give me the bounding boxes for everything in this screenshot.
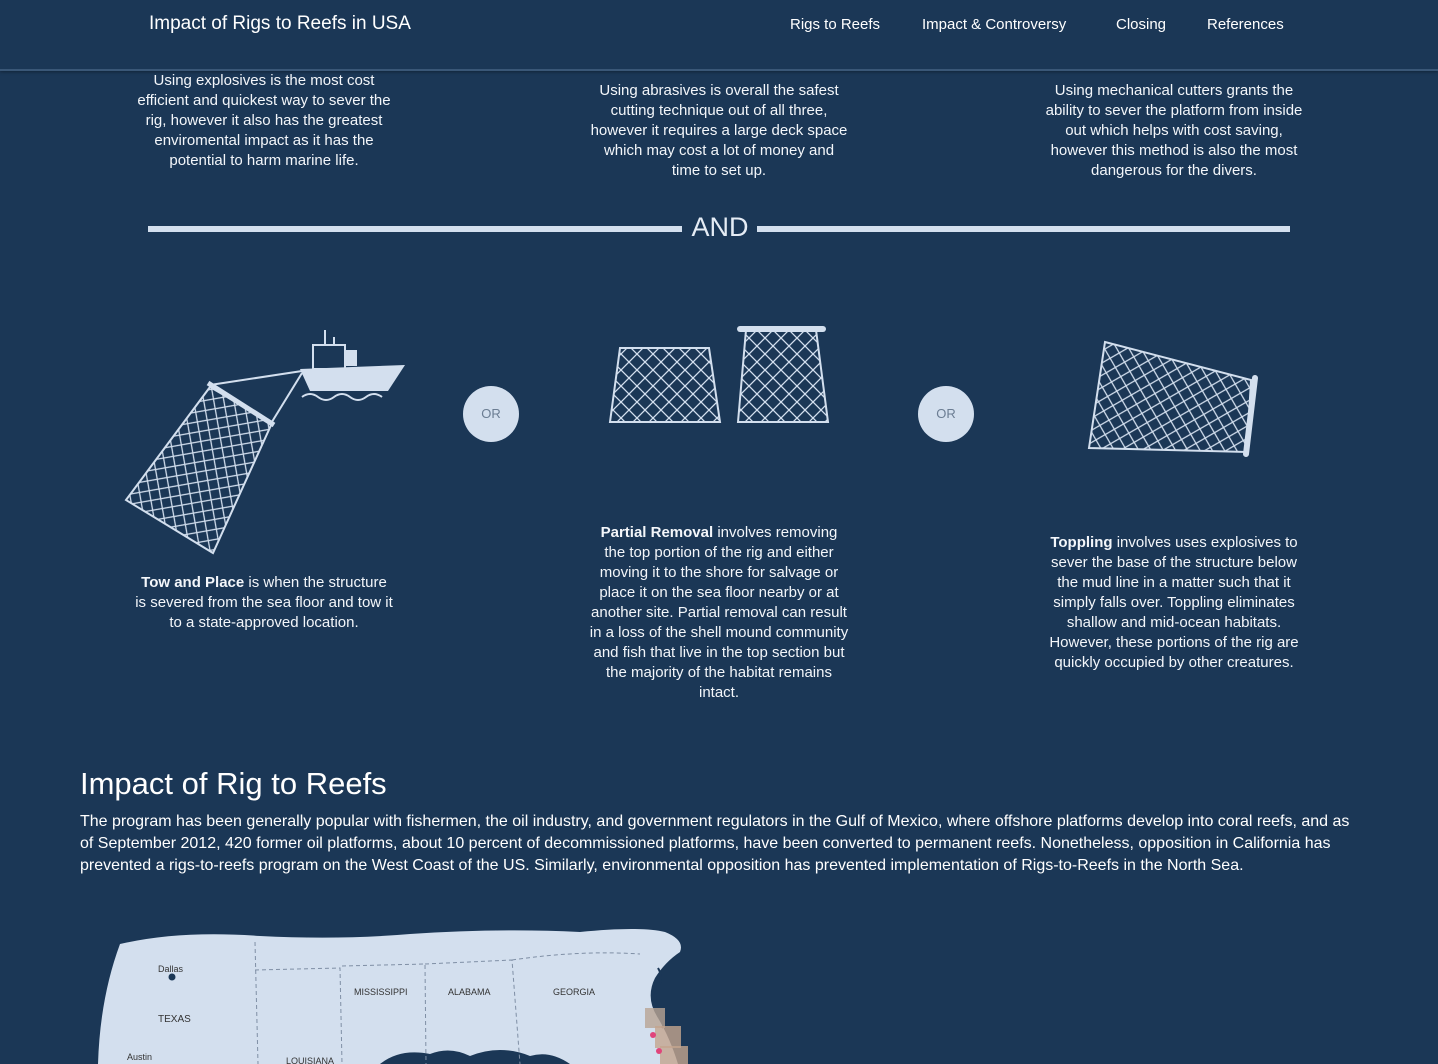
rig-marker[interactable] [650,1032,656,1038]
abrasives-description: Using abrasives is overall the safest cu… [590,82,848,179]
map-label-dallas: Dallas [158,964,184,974]
tow-and-place-description: Tow and Place is when the structure is s… [134,573,394,633]
site-brand[interactable]: Impact of Rigs to Reefs in USA [149,13,411,35]
ship-icon [300,330,405,401]
map-label-louisiana: LOUISIANA [286,1056,334,1064]
partial-removal-text: involves removing the top portion of the… [589,524,849,701]
gulf-coast-map[interactable]: Dallas TEXAS Austin MISSISSIPPI ALABAMA … [80,918,700,1064]
and-divider-label: AND [691,212,749,242]
impact-section-body: The program has been generally popular w… [80,813,1350,874]
toppled-rig-icon [1087,340,1258,457]
impact-section-title: Impact of Rig to Reefs [80,766,387,801]
nav-link-closing[interactable]: Closing [1116,16,1166,33]
rig-marker[interactable] [656,1048,662,1054]
and-divider-left [148,226,682,232]
or-badge-2: OR [918,386,974,442]
partial-removal-term: Partial Removal [600,524,714,541]
nav-link-references[interactable]: References [1207,16,1284,33]
map-label-mississippi: MISSISSIPPI [354,987,408,997]
mechanical-cutters-description: Using mechanical cutters grants the abil… [1045,82,1303,179]
partial-removal-description: Partial Removal involves removing the to… [589,523,849,703]
ship-towing-net-icon [124,330,405,555]
explosives-description: Using explosives is the most cost effici… [137,72,391,169]
dallas-marker [168,973,176,981]
map-label-alabama: ALABAMA [448,987,491,997]
top-navbar: Impact of Rigs to Reefs in USA Rigs to R… [0,0,1438,71]
nav-link-impact-controversy[interactable]: Impact & Controversy [922,16,1066,33]
and-divider-right [757,226,1290,232]
net-icon [124,380,276,555]
nav-link-rigs-to-reefs[interactable]: Rigs to Reefs [790,16,880,33]
map-label-texas: TEXAS [158,1014,191,1025]
map-label-austin: Austin [127,1052,152,1062]
map-label-georgia: GEORGIA [553,987,595,997]
toppling-term: Toppling [1050,534,1113,551]
toppling-description: Toppling involves uses explosives to sev… [1044,533,1304,673]
or-badge-1: OR [463,386,519,442]
toppling-text: involves uses explosives to sever the ba… [1049,534,1299,671]
tow-and-place-term: Tow and Place [141,574,245,591]
rig-section-icon [608,326,830,423]
